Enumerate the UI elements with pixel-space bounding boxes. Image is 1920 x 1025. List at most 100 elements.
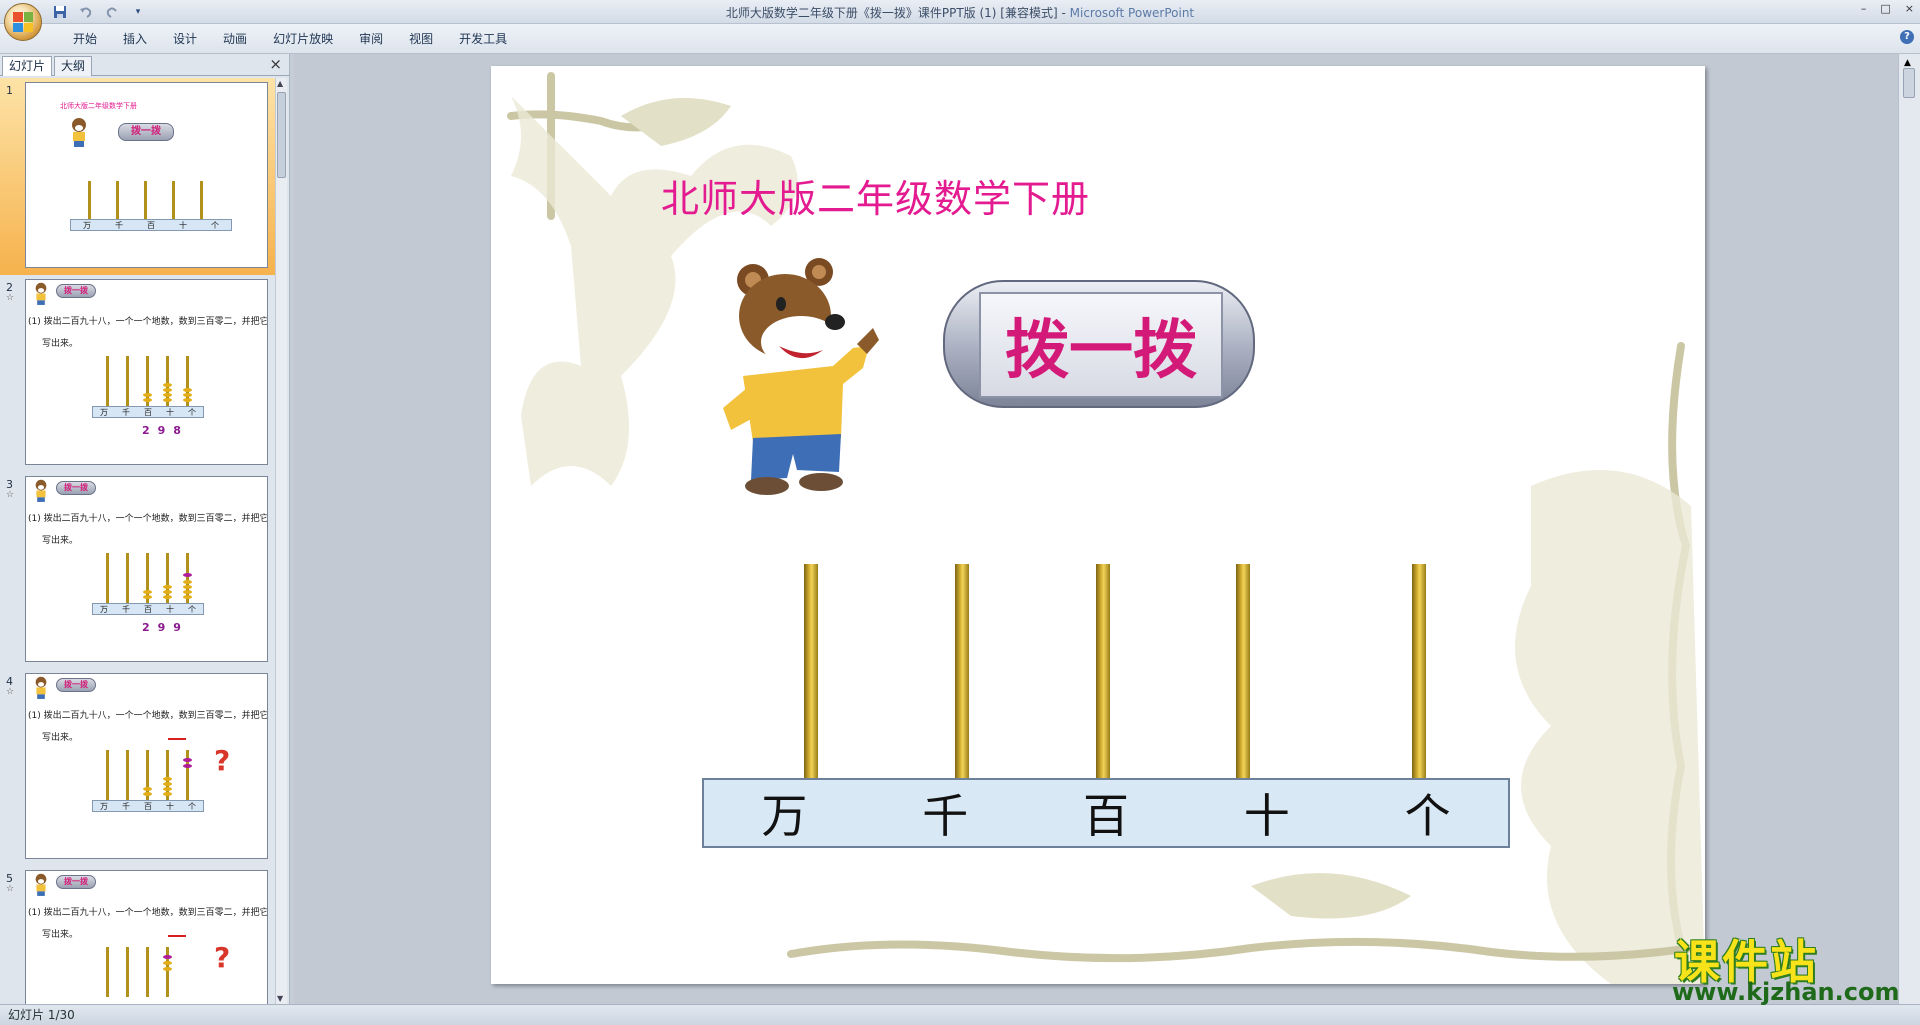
place-label: 万 (100, 801, 108, 811)
close-panel-icon[interactable]: × (269, 55, 282, 73)
mini-abacus-base: 万 千 百 十 个 (92, 406, 204, 418)
abacus-bead (183, 758, 192, 762)
abacus-bead (163, 961, 172, 965)
minimize-button[interactable]: – (1861, 2, 1867, 15)
scroll-down-icon[interactable]: ▼ (277, 994, 283, 1003)
place-label: 千 (122, 407, 130, 417)
title-sign: 拨一拨 (943, 280, 1255, 408)
abacus-bead (143, 590, 152, 594)
bear-icon (35, 873, 47, 896)
abacus-rod (126, 356, 129, 406)
abacus-bead (183, 388, 192, 392)
place-label: 个 (188, 801, 196, 811)
place-label: 万 (100, 604, 108, 614)
tab-review[interactable]: 审阅 (346, 30, 396, 48)
abacus-rod-bai (1096, 564, 1110, 782)
abacus-rod-qian (955, 564, 969, 782)
place-label: 十 (166, 407, 174, 417)
slide-thumbnail-4[interactable]: 4 ☆ 拨一拨 (1) 拨出二百九十八，一个一个地数，数到三百零二，并把它们 写… (0, 669, 276, 866)
question-text-2: 写出来。 (42, 930, 79, 940)
place-label: 百 (147, 220, 155, 230)
slide-scrollbar[interactable]: ▲ (1898, 54, 1920, 1004)
bear-icon (35, 282, 47, 305)
abacus-rod (106, 947, 109, 997)
abacus-bead (163, 777, 172, 781)
abacus-rod (144, 181, 147, 219)
tab-slideshow[interactable]: 幻灯片放映 (260, 30, 346, 48)
tab-home[interactable]: 开始 (60, 30, 110, 48)
slide-thumbnail-2[interactable]: 2 ☆ 拨一拨 (1) 拨出二百九十八，一个一个地数，数到三百零二，并把它们 写… (0, 275, 276, 472)
scroll-thumb[interactable] (277, 92, 286, 178)
mini-digits: 298 (142, 424, 189, 437)
slide-preview: 拨一拨 (1) 拨出二百九十八，一个一个地数，数到三百零二，并把它们 写出来。 (25, 279, 268, 465)
slide-thumbnail-5[interactable]: 5 ☆ 拨一拨 (1) 拨出二百九十八，一个一个地数，数到三百零二，并把它们 写… (0, 866, 276, 1004)
abacus-bead (143, 792, 152, 796)
slide-thumbnail-3[interactable]: 3 ☆ 拨一拨 (1) 拨出二百九十八，一个一个地数，数到三百零二，并把它们 写… (0, 472, 276, 669)
tab-design[interactable]: 设计 (160, 30, 210, 48)
animation-icon: ☆ (6, 293, 15, 303)
slide-preview: 拨一拨 (1) 拨出二百九十八，一个一个地数，数到三百零二，并把它们 写出来。 … (25, 870, 268, 1004)
abacus-bead (183, 393, 192, 397)
abacus-rod-wan (804, 564, 818, 782)
mini-sign: 拨一拨 (118, 123, 174, 141)
place-label: 个 (211, 220, 219, 230)
question-mark-icon: ? (214, 744, 231, 777)
slide-number: 1 (6, 84, 13, 97)
thumbnail-scrollbar[interactable]: ▲ ▼ (275, 78, 287, 1004)
abacus-bead (163, 383, 172, 387)
mini-digits: 299 (142, 621, 189, 634)
question-text-2: 写出来。 (42, 339, 79, 349)
help-icon[interactable]: ? (1900, 30, 1914, 44)
abacus-bead (163, 393, 172, 397)
animation-icon: ☆ (6, 687, 15, 697)
question-text: (1) 拨出二百九十八，一个一个地数，数到三百零二，并把它们 (28, 711, 268, 721)
watermark-url: www.kjzhan.com (1672, 978, 1900, 1006)
place-label: 万 (100, 407, 108, 417)
tab-animations[interactable]: 动画 (210, 30, 260, 48)
tab-view[interactable]: 视图 (396, 30, 446, 48)
mini-sign: 拨一拨 (56, 284, 96, 298)
abacus-bead (143, 398, 152, 402)
scroll-up-icon[interactable]: ▲ (1904, 58, 1911, 68)
tab-slides[interactable]: 幻灯片 (2, 56, 53, 76)
current-slide[interactable]: 北师大版二年级数学下册 拨一拨 万 千 百 十 个 (491, 66, 1705, 984)
status-bar: 幻灯片 1/30 (0, 1004, 1920, 1025)
animation-icon: ☆ (6, 884, 15, 894)
question-text: (1) 拨出二百九十八，一个一个地数，数到三百零二，并把它们 (28, 317, 268, 327)
maximize-button[interactable]: □ (1880, 2, 1890, 15)
tab-developer[interactable]: 开发工具 (446, 30, 520, 48)
office-button[interactable] (4, 3, 42, 41)
abacus-rod (106, 356, 109, 406)
close-button[interactable]: × (1905, 2, 1914, 15)
office-logo-icon (13, 12, 33, 32)
slide-preview: 拨一拨 (1) 拨出二百九十八，一个一个地数，数到三百零二，并把它们 写出来。 (25, 476, 268, 662)
slide-preview: 北师大版二年级数学下册 拨一拨 万 千 百 十 个 (25, 82, 268, 268)
window-title: 北师大版数学二年级下册《拨一拨》课件PPT版 (1) [兼容模式] - Micr… (0, 4, 1920, 21)
mini-slide-title: 北师大版二年级数学下册 (60, 102, 137, 110)
scroll-up-icon[interactable]: ▲ (277, 79, 283, 88)
place-label: 千 (122, 801, 130, 811)
place-label: 十 (179, 220, 187, 230)
place-label: 百 (144, 801, 152, 811)
slide-thumbnail-1[interactable]: 1 北师大版二年级数学下册 拨一拨 万 千 百 十 个 (0, 78, 276, 275)
place-label: 万 (83, 220, 91, 230)
window-controls: – □ × (1861, 2, 1914, 15)
tab-outline[interactable]: 大纲 (54, 56, 93, 76)
abacus-bead (183, 398, 192, 402)
abacus-bead (163, 792, 172, 796)
title-sign-panel: 拨一拨 (979, 292, 1223, 398)
abacus-bead (143, 787, 152, 791)
ribbon-tabs: 开始 插入 设计 动画 幻灯片放映 审阅 视图 开发工具 (60, 30, 520, 48)
red-arrow-icon (168, 935, 186, 937)
place-label-shi: 十 (1243, 789, 1290, 843)
scroll-thumb[interactable] (1903, 68, 1915, 98)
bear-mascot-icon (723, 258, 879, 495)
slide-counter: 幻灯片 1/30 (8, 1008, 75, 1022)
abacus-bead (163, 782, 172, 786)
animation-icon: ☆ (6, 490, 15, 500)
title-bar: ▾ 北师大版数学二年级下册《拨一拨》课件PPT版 (1) [兼容模式] - Mi… (0, 0, 1920, 41)
tab-insert[interactable]: 插入 (110, 30, 160, 48)
abacus-bead (183, 590, 192, 594)
abacus-bead (183, 764, 192, 768)
slide-preview: 拨一拨 (1) 拨出二百九十八，一个一个地数，数到三百零二，并把它们 写出来。 … (25, 673, 268, 859)
